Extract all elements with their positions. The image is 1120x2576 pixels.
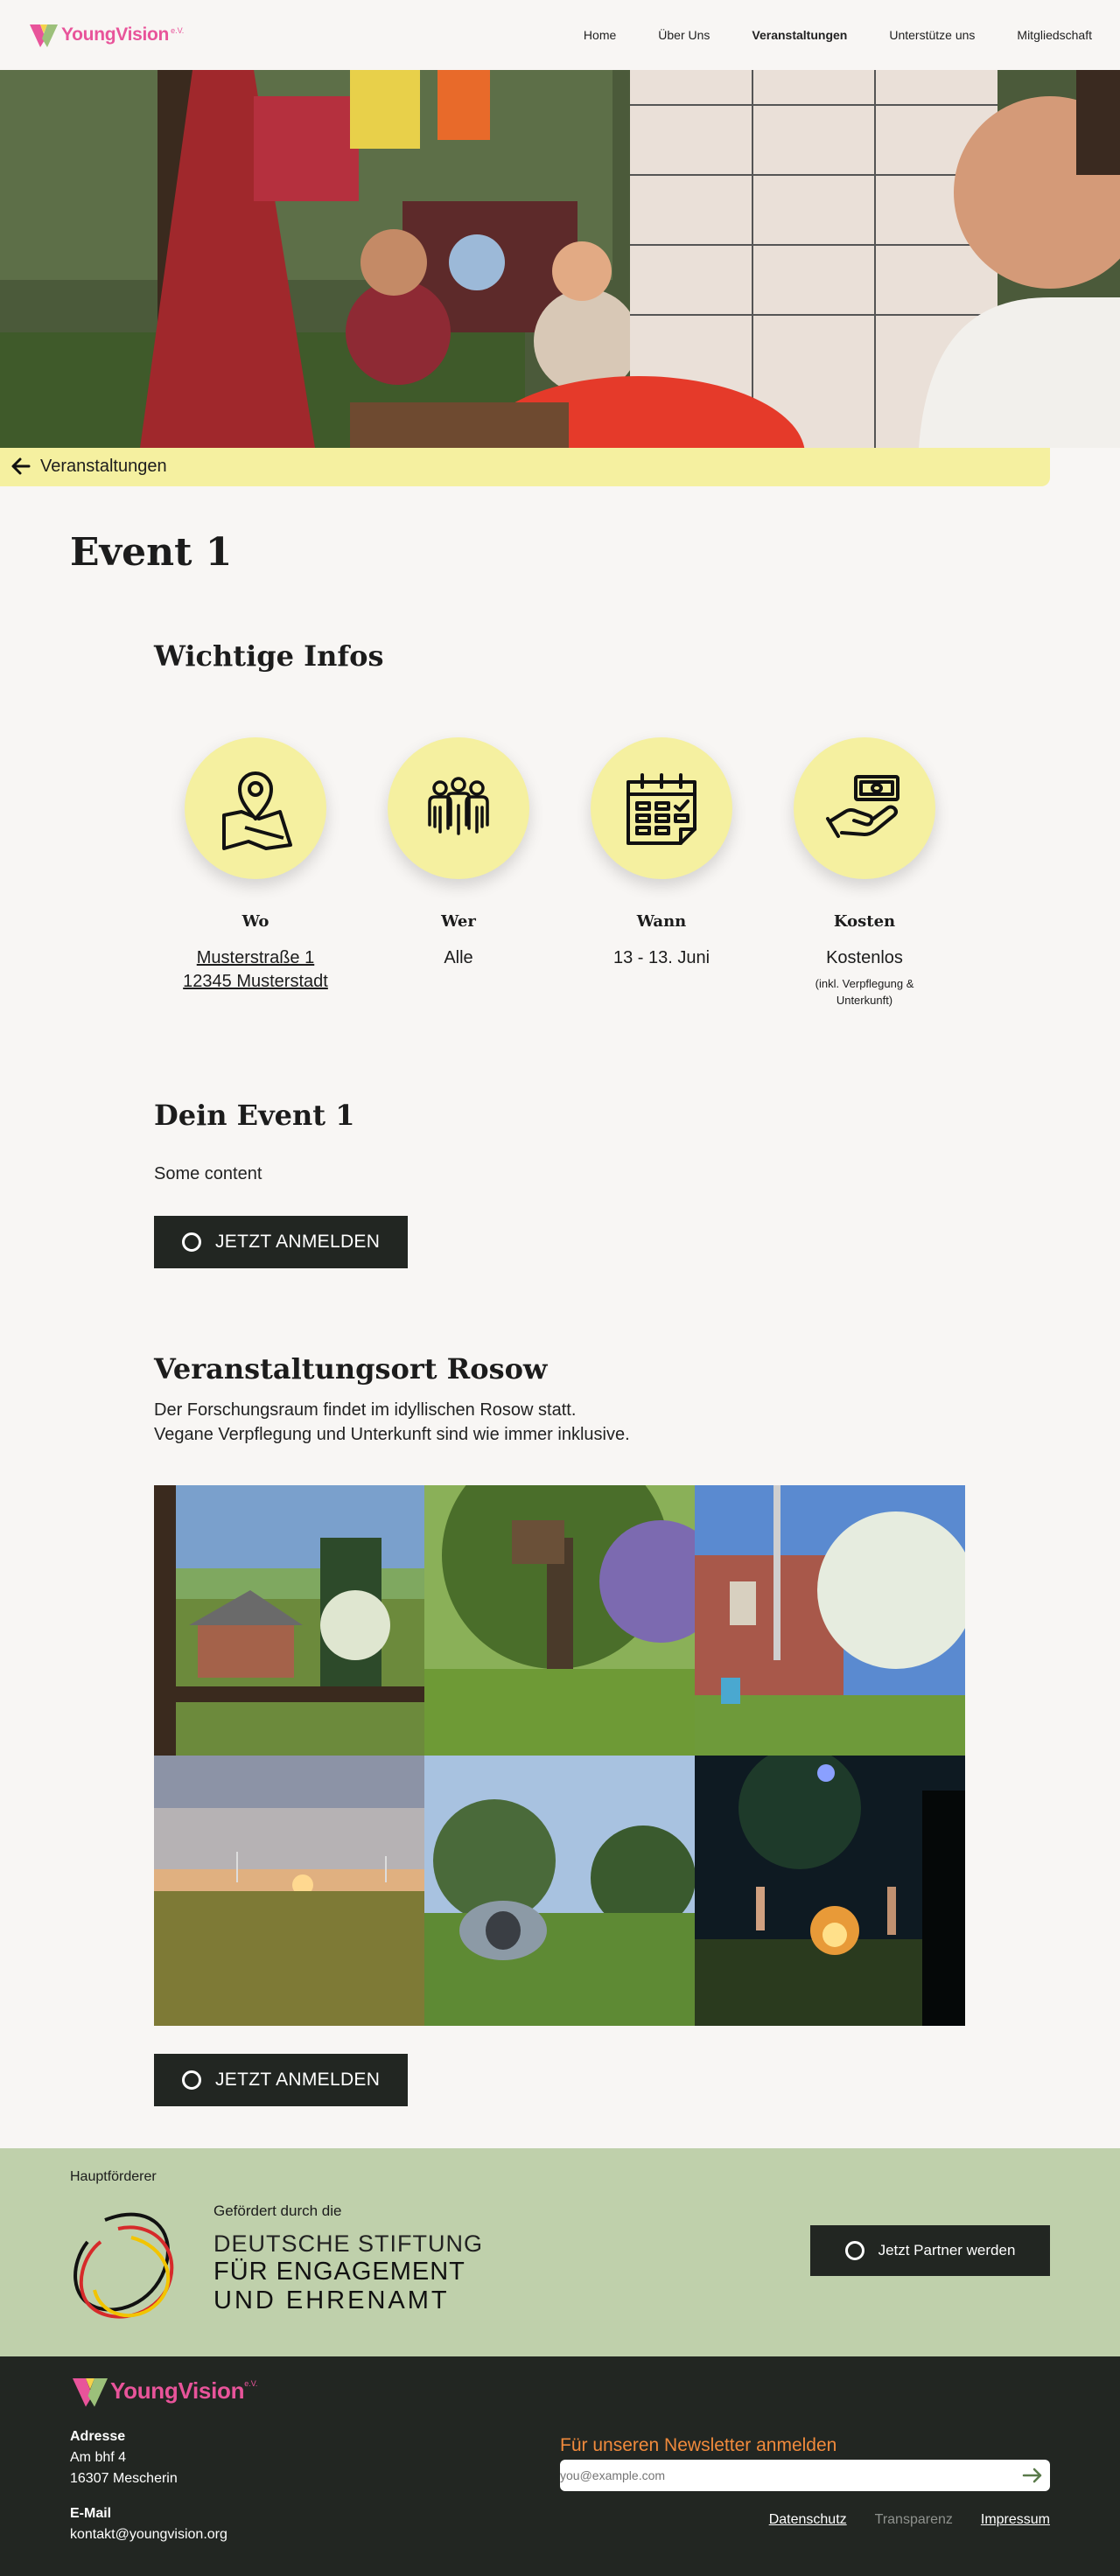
foundation-text: Gefördert durch die DEUTSCHE STIFTUNG FÜ… — [214, 2203, 483, 2315]
info-cost-note-line1: (inkl. Verpflegung & — [815, 976, 914, 990]
foundation-line2: FÜR ENGAGEMENT — [214, 2257, 466, 2286]
circle-icon — [182, 2070, 201, 2090]
calendar-icon — [626, 772, 696, 845]
back-to-events-link[interactable]: Veranstaltungen — [0, 446, 1050, 486]
details-content: Some content — [154, 1163, 262, 1183]
info-where-circle — [185, 736, 326, 879]
location-section: Veranstaltungsort Rosow Der Forschungsra… — [154, 1352, 966, 2106]
footer-links: Datenschutz Transparenz Impressum — [769, 2512, 1050, 2528]
info-where-label: Wo — [242, 911, 270, 931]
footer-email: E-Mail kontakt@youngvision.org — [70, 2503, 228, 2545]
footer-logo[interactable]: YoungVision e.V. — [70, 2374, 257, 2409]
sponsor-section: Hauptförderer Gefördert durch die DEUTSC… — [0, 2147, 1120, 2356]
info-when: Wann 13 - 13. Juni — [560, 736, 763, 1009]
nav-link-membership[interactable]: Mitgliedschaft — [1017, 28, 1092, 42]
footer-address: Adresse Am bhf 4 16307 Mescherin — [70, 2426, 178, 2489]
newsletter-email-input[interactable] — [560, 2468, 1015, 2482]
info-who: Wer Alle — [357, 736, 560, 1009]
details-section: Dein Event 1 Some content JETZT ANMELDEN — [154, 1099, 966, 1268]
hero-image — [0, 70, 1120, 448]
location-text: Der Forschungsraum findet im idyllischen… — [154, 1398, 966, 1447]
arrow-left-icon — [11, 457, 31, 475]
info-cost: Kosten Kostenlos (inkl. Verpflegung & Un… — [763, 736, 966, 1009]
email-heading: E-Mail — [70, 2505, 112, 2521]
footer-logo-text: YoungVision — [110, 2377, 245, 2405]
logo-mark-icon — [30, 24, 58, 47]
foundation-line3: UND EHRENAMT — [214, 2286, 450, 2314]
info-who-circle — [388, 736, 529, 879]
back-label: Veranstaltungen — [40, 456, 167, 476]
circle-icon — [844, 2240, 864, 2260]
sponsor-label: Hauptförderer — [70, 2168, 157, 2184]
info-who-value: Alle — [444, 947, 473, 967]
foundation-logo-icon — [74, 2212, 174, 2319]
become-partner-label: Jetzt Partner werden — [878, 2241, 1016, 2258]
top-nav: YoungVision e.V. Home Über Uns Veranstal… — [0, 0, 1120, 70]
info-row: Wo Musterstraße 1 12345 Musterstadt Wer … — [154, 736, 966, 1009]
register-button-top[interactable]: JETZT ANMELDEN — [154, 1215, 409, 1268]
nav-link-support[interactable]: Unterstütze uns — [889, 28, 975, 42]
info-cost-value: Kostenlos — [826, 947, 903, 967]
register-button-label: JETZT ANMELDEN — [215, 1231, 381, 1252]
nav-link-events[interactable]: Veranstaltungen — [752, 28, 847, 42]
gallery-photo-sunset[interactable] — [154, 1755, 424, 2026]
newsletter-title: Für unseren Newsletter anmelden — [560, 2434, 837, 2455]
info-heading: Wichtige Infos — [154, 639, 384, 673]
info-where: Wo Musterstraße 1 12345 Musterstadt — [154, 736, 357, 1009]
location-line1: Der Forschungsraum findet im idyllischen… — [154, 1400, 577, 1420]
info-cost-note-line2: Unterkunft) — [836, 994, 893, 1008]
logo-mark-icon — [73, 2377, 108, 2407]
transparency-link[interactable]: Transparenz — [875, 2512, 953, 2528]
logo-text: YoungVision — [61, 24, 170, 45]
info-where-line2: 12345 Musterstadt — [183, 971, 328, 991]
newsletter-form — [560, 2459, 1050, 2491]
info-where-line1: Musterstraße 1 — [196, 947, 315, 967]
details-heading: Dein Event 1 — [154, 1098, 355, 1132]
money-hand-icon — [826, 774, 900, 838]
info-when-circle — [591, 736, 732, 879]
address-line1: Am bhf 4 — [70, 2449, 127, 2465]
become-partner-button[interactable]: Jetzt Partner werden — [810, 2224, 1050, 2276]
page-title: Event 1 — [70, 530, 233, 575]
info-when-value: 13 - 13. Juni — [612, 947, 710, 967]
foundation-line1: DEUTSCHE STIFTUNG — [214, 2230, 484, 2257]
gallery-photo-treehouse[interactable] — [424, 1484, 695, 1756]
info-who-label: Wer — [441, 911, 476, 931]
info-cost-label: Kosten — [833, 911, 896, 931]
photo-gallery — [154, 1484, 966, 2026]
footer-logo-suffix: e.V. — [244, 2378, 258, 2388]
address-line2: 16307 Mescherin — [70, 2470, 178, 2486]
register-button-label: JETZT ANMELDEN — [215, 2069, 381, 2090]
nav-link-home[interactable]: Home — [584, 28, 616, 42]
sponsor-logo[interactable]: Gefördert durch die DEUTSCHE STIFTUNG FÜ… — [70, 2203, 483, 2325]
gallery-photo-campfire[interactable] — [695, 1755, 965, 2026]
info-when-label: Wann — [636, 911, 687, 931]
nav-link-about[interactable]: Über Uns — [658, 28, 710, 42]
info-cost-note: (inkl. Verpflegung & Unterkunft) — [816, 975, 914, 1009]
logo-suffix: e.V. — [171, 26, 185, 35]
map-pin-icon — [222, 771, 292, 850]
logo[interactable]: YoungVision e.V. — [28, 21, 184, 49]
gallery-photo-tent[interactable] — [424, 1755, 695, 2026]
footer: YoungVision e.V. Adresse Am bhf 4 16307 … — [0, 2356, 1120, 2576]
gallery-photo-building[interactable] — [695, 1484, 965, 1756]
arrow-right-icon — [1022, 2468, 1042, 2483]
imprint-link[interactable]: Impressum — [981, 2512, 1050, 2528]
register-button-bottom[interactable]: JETZT ANMELDEN — [154, 2053, 409, 2106]
location-heading: Veranstaltungsort Rosow — [154, 1351, 548, 1386]
info-section: Wichtige Infos Wo Musterstraße 1 12345 M… — [154, 639, 966, 1009]
gallery-photo-farmhouse[interactable] — [154, 1484, 424, 1756]
circle-icon — [182, 1232, 201, 1252]
hero-photo — [0, 70, 1120, 448]
funded-by-text: Gefördert durch die — [214, 2202, 342, 2219]
location-line2: Vegane Verpflegung und Unterkunft sind w… — [154, 1424, 630, 1444]
email-address[interactable]: kontakt@youngvision.org — [70, 2524, 228, 2545]
address-heading: Adresse — [70, 2428, 126, 2444]
info-cost-circle — [794, 736, 935, 879]
privacy-link[interactable]: Datenschutz — [769, 2512, 847, 2528]
info-where-address[interactable]: Musterstraße 1 12345 Musterstadt — [183, 946, 328, 994]
newsletter-submit-button[interactable] — [1015, 2467, 1050, 2484]
nav-links: Home Über Uns Veranstaltungen Unterstütz… — [542, 28, 1092, 42]
people-icon — [428, 777, 489, 835]
